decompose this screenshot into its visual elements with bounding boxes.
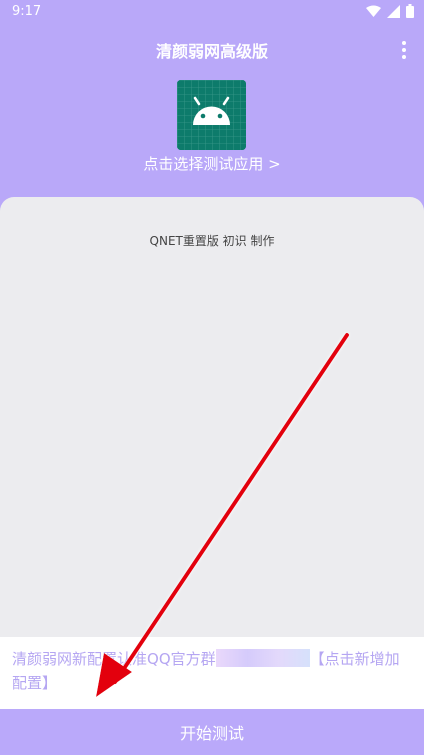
notice-text: 清颜弱网新配置认准QQ官方群 【点击新增加配置】 <box>12 647 412 695</box>
battery-icon <box>406 4 414 18</box>
more-vert-icon <box>402 41 406 59</box>
app-bar: 清颜弱网高级版 <box>0 24 424 76</box>
redacted-group-number <box>215 649 310 667</box>
notice-text-before: 清颜弱网新 <box>12 650 88 668</box>
notice-text-middle: 配置认准QQ官方群 <box>87 650 216 668</box>
selected-app-icon[interactable] <box>177 80 246 150</box>
status-time: 9:17 <box>12 4 42 19</box>
status-bar: 9:17 <box>0 0 424 24</box>
app-title: 清颜弱网高级版 <box>155 42 268 61</box>
overflow-menu-button[interactable] <box>396 38 412 62</box>
wifi-icon <box>366 5 381 17</box>
signal-icon <box>387 4 400 18</box>
status-icons <box>366 4 414 18</box>
credit-text: QNET重置版 初识 制作 <box>149 234 275 248</box>
select-test-app-link[interactable]: 点击选择测试应用 > <box>0 153 424 174</box>
android-icon <box>177 80 246 150</box>
notice-banner[interactable]: 清颜弱网新配置认准QQ官方群 【点击新增加配置】 <box>0 637 424 709</box>
main-card: QNET重置版 初识 制作 <box>0 197 424 637</box>
start-test-button[interactable]: 开始测试 <box>0 709 424 755</box>
